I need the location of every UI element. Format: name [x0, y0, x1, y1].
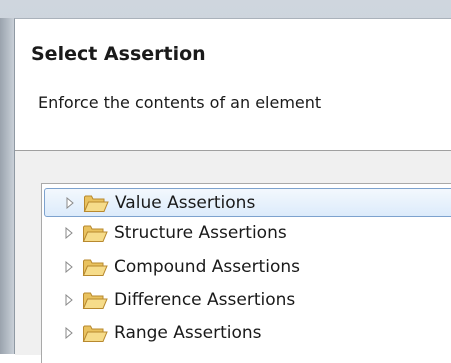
folder-open-icon	[82, 290, 108, 310]
folder-open-icon	[82, 257, 108, 277]
folder-open-icon	[82, 323, 108, 343]
tree-item-label: Value Assertions	[115, 192, 256, 213]
dialog-header: Select Assertion Enforce the contents of…	[15, 19, 451, 151]
tree-item-label: Difference Assertions	[114, 289, 296, 310]
dialog-description: Enforce the contents of an element	[38, 93, 322, 112]
window-left-edge	[0, 18, 14, 354]
expand-arrow-icon[interactable]	[60, 324, 78, 342]
tree-item-label: Structure Assertions	[114, 222, 287, 243]
dialog-body: Value Assertions Structure Assertions Co…	[15, 151, 451, 363]
tree-item-label: Range Assertions	[114, 322, 262, 343]
tree-item-range-assertions[interactable]: Range Assertions	[44, 318, 451, 347]
tree-item-difference-assertions[interactable]: Difference Assertions	[44, 285, 451, 314]
expand-arrow-icon[interactable]	[60, 224, 78, 242]
expand-arrow-icon[interactable]	[61, 194, 79, 212]
expand-arrow-icon[interactable]	[60, 258, 78, 276]
tree-item-label: Compound Assertions	[114, 256, 300, 277]
folder-open-icon	[82, 223, 108, 243]
tree-item-value-assertions[interactable]: Value Assertions	[44, 188, 451, 217]
folder-open-icon	[83, 193, 109, 213]
tree-item-compound-assertions[interactable]: Compound Assertions	[44, 252, 451, 281]
tree-item-structure-assertions[interactable]: Structure Assertions	[44, 218, 451, 247]
select-assertion-dialog: Select Assertion Enforce the contents of…	[14, 18, 451, 363]
expand-arrow-icon[interactable]	[60, 291, 78, 309]
assertion-tree[interactable]: Value Assertions Structure Assertions Co…	[41, 183, 451, 363]
dialog-title: Select Assertion	[31, 43, 206, 65]
